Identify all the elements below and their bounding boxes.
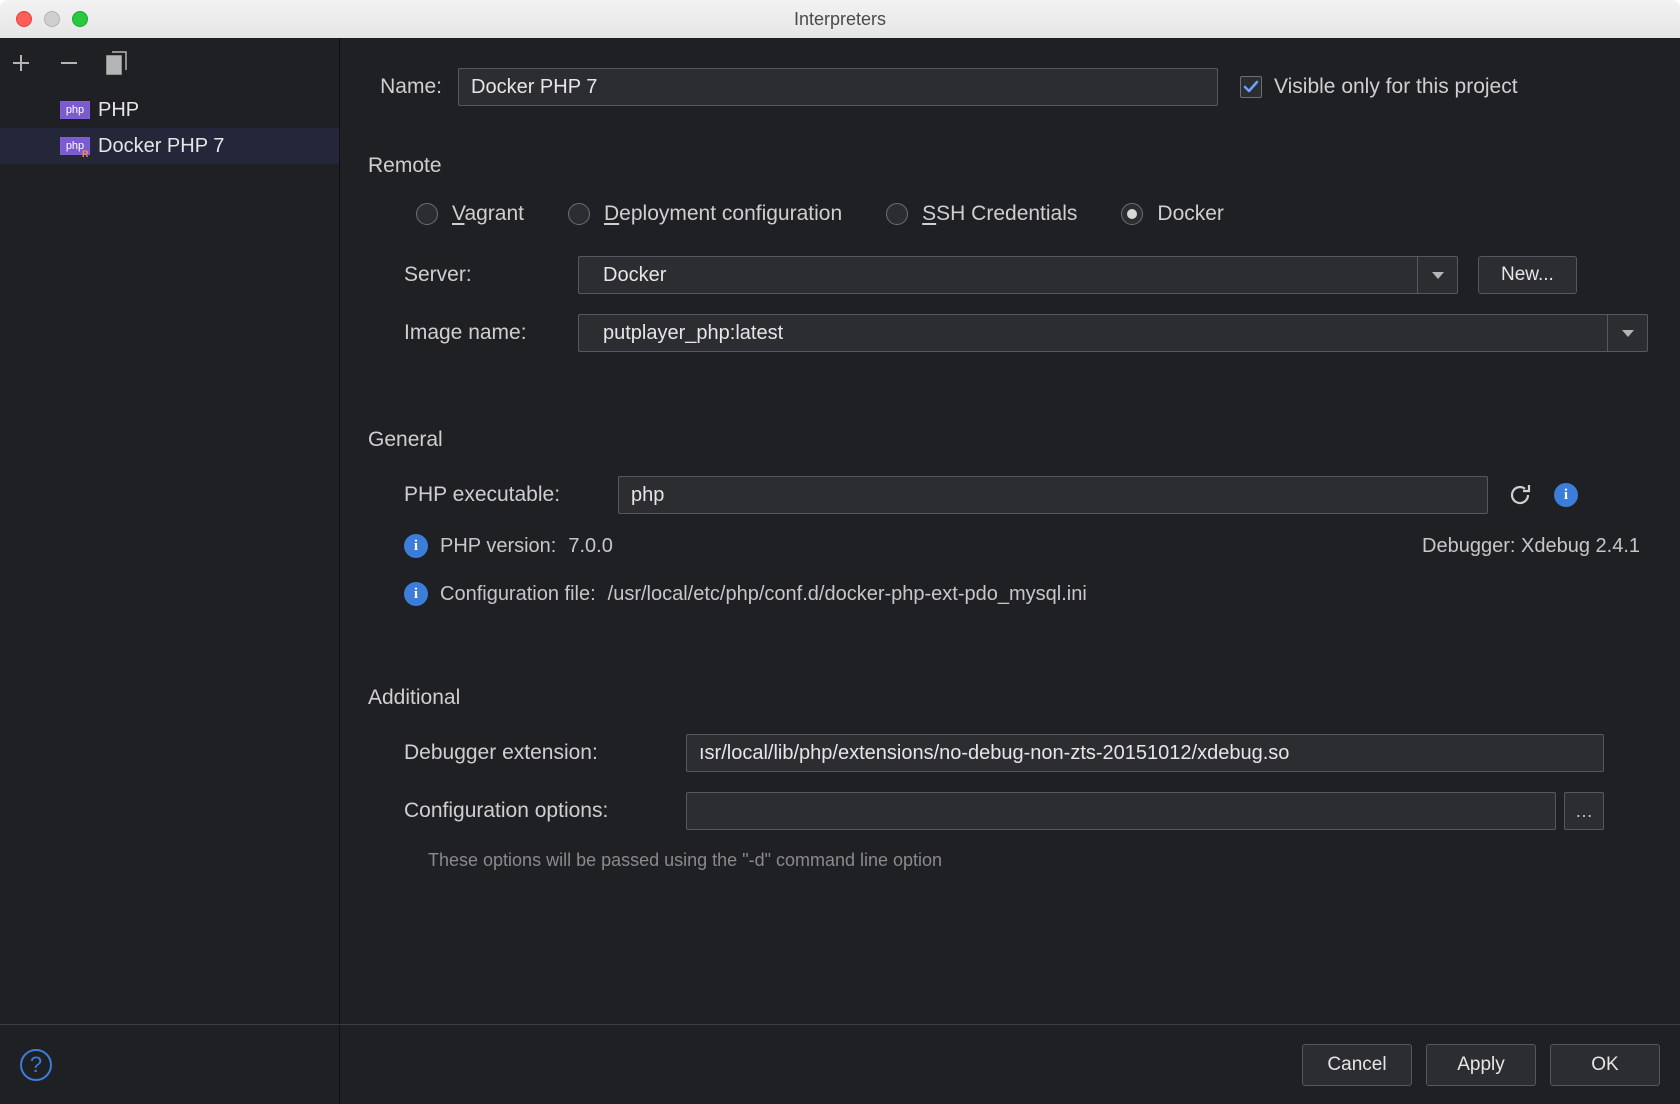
server-select[interactable]: Docker xyxy=(578,256,1458,294)
config-options-browse-button[interactable]: … xyxy=(1564,792,1604,830)
php-remote-icon: phpR xyxy=(60,137,90,155)
sidebar-toolbar xyxy=(0,38,339,88)
sidebar: php PHP phpR Docker PHP 7 xyxy=(0,38,340,1104)
apply-button[interactable]: Apply xyxy=(1426,1044,1536,1086)
radio-docker[interactable]: Docker xyxy=(1121,202,1224,226)
dialog-footer: ? Cancel Apply OK xyxy=(0,1024,1680,1104)
image-name-value: putplayer_php:latest xyxy=(591,322,783,345)
image-name-select[interactable]: putplayer_php:latest xyxy=(578,314,1648,352)
copy-button[interactable] xyxy=(104,50,130,76)
radio-ssh[interactable]: SSH Credentials xyxy=(886,202,1077,226)
config-options-input[interactable] xyxy=(686,792,1556,830)
debugger-ext-label: Debugger extension: xyxy=(404,741,686,765)
remove-button[interactable] xyxy=(56,50,82,76)
sidebar-item-php[interactable]: php PHP xyxy=(0,92,339,128)
radio-dot-icon xyxy=(886,203,908,225)
reload-button[interactable] xyxy=(1506,481,1534,509)
info-icon: i xyxy=(404,534,428,558)
php-executable-input[interactable] xyxy=(618,476,1488,514)
visible-only-checkbox[interactable] xyxy=(1240,76,1262,98)
debugger-value: Xdebug 2.4.1 xyxy=(1521,535,1640,557)
php-icon: php xyxy=(60,101,90,119)
radio-dot-selected-icon xyxy=(1121,203,1143,225)
add-button[interactable] xyxy=(8,50,34,76)
sidebar-item-label: Docker PHP 7 xyxy=(98,135,224,158)
general-section-title: General xyxy=(368,428,1650,452)
name-label: Name: xyxy=(368,75,458,99)
info-icon: i xyxy=(404,582,428,606)
config-options-label: Configuration options: xyxy=(404,799,686,823)
config-options-hint: These options will be passed using the "… xyxy=(368,850,1650,871)
info-button[interactable]: i xyxy=(1552,481,1580,509)
debugger-ext-input[interactable] xyxy=(686,734,1604,772)
config-file-label: Configuration file: xyxy=(440,583,596,606)
remote-section-title: Remote xyxy=(368,154,1650,178)
sidebar-item-docker-php7[interactable]: phpR Docker PHP 7 xyxy=(0,128,339,164)
visible-only-label: Visible only for this project xyxy=(1274,75,1518,99)
php-executable-label: PHP executable: xyxy=(404,483,618,507)
help-button[interactable]: ? xyxy=(20,1049,52,1081)
image-name-label: Image name: xyxy=(404,321,578,345)
new-server-button[interactable]: New... xyxy=(1478,256,1577,294)
chevron-down-icon xyxy=(1607,315,1647,351)
php-version-label: PHP version: xyxy=(440,535,556,558)
php-version-value: 7.0.0 xyxy=(568,535,612,558)
ok-button[interactable]: OK xyxy=(1550,1044,1660,1086)
additional-section-title: Additional xyxy=(368,686,1650,710)
cancel-button[interactable]: Cancel xyxy=(1302,1044,1412,1086)
radio-deployment[interactable]: Deployment configuration xyxy=(568,202,842,226)
main-panel: Name: Visible only for this project Remo… xyxy=(340,38,1680,1104)
radio-vagrant[interactable]: Vagrant xyxy=(416,202,524,226)
titlebar: Interpreters xyxy=(0,0,1680,38)
radio-dot-icon xyxy=(416,203,438,225)
config-file-value: /usr/local/etc/php/conf.d/docker-php-ext… xyxy=(608,583,1087,606)
server-label: Server: xyxy=(404,263,578,287)
chevron-down-icon xyxy=(1417,257,1457,293)
name-input[interactable] xyxy=(458,68,1218,106)
debugger-label: Debugger: xyxy=(1422,535,1515,557)
server-value: Docker xyxy=(591,264,666,287)
radio-dot-icon xyxy=(568,203,590,225)
remote-radio-group: Vagrant Deployment configuration SSH Cre… xyxy=(368,202,1650,226)
window-title: Interpreters xyxy=(0,9,1680,30)
sidebar-item-label: PHP xyxy=(98,99,139,122)
